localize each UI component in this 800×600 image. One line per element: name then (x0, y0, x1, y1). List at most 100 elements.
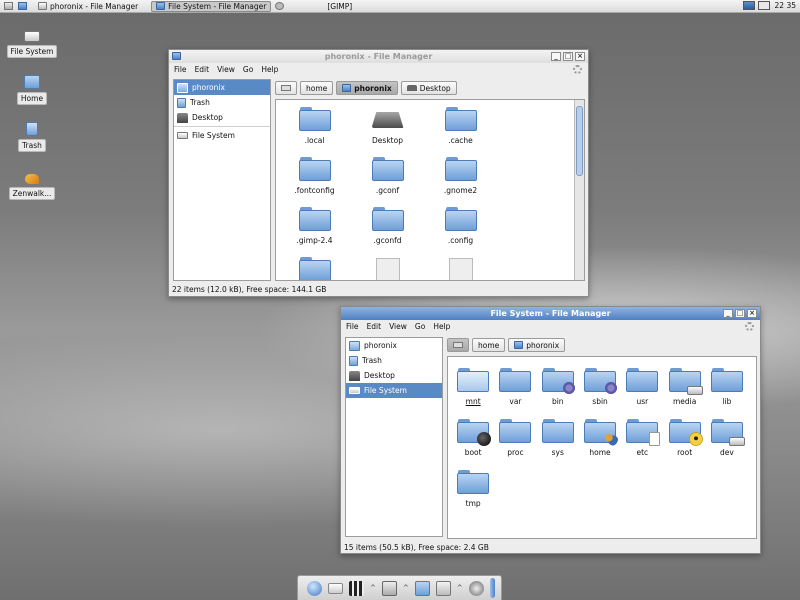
dock-arrow-icon[interactable]: ^ (457, 584, 463, 592)
menu-file[interactable]: File (346, 322, 359, 331)
file-item-config[interactable]: .config (424, 206, 497, 245)
file-item-local[interactable]: .local (278, 106, 351, 145)
volume-icon[interactable] (758, 1, 770, 10)
folder-icon (444, 206, 477, 232)
window-titlebar[interactable]: File System - File Manager _ □ × (341, 307, 760, 320)
desktop-icon-file-system[interactable]: File System (6, 28, 58, 58)
menu-view[interactable]: View (217, 65, 235, 74)
menu-edit[interactable]: Edit (367, 322, 382, 331)
file-item-fontconfig[interactable]: .fontconfig (278, 156, 351, 195)
path-button-phoronix[interactable]: phoronix (508, 338, 566, 352)
minimize-button[interactable]: _ (551, 52, 561, 61)
sidebar-item-desktop[interactable]: Desktop (174, 110, 270, 125)
monitor-icon[interactable] (743, 1, 755, 10)
file-item-bin[interactable]: bin (537, 367, 579, 406)
file-grid: .local Desktop .cache .fontconfig .gconf .gno… (276, 106, 497, 280)
menu-help[interactable]: Help (261, 65, 278, 74)
path-button-label: phoronix (526, 340, 560, 350)
media-player-icon[interactable] (349, 580, 364, 596)
sidebar-item-file-system[interactable]: File System (174, 128, 270, 143)
file-item-sys[interactable]: sys (537, 418, 579, 457)
file-item-tmp[interactable]: tmp (452, 469, 494, 508)
menu-go[interactable]: Go (415, 322, 425, 331)
status-bar: 22 items (12.0 kB), Free space: 144.1 GB (172, 284, 327, 294)
sidebar-item-phoronix[interactable]: phoronix (346, 338, 442, 353)
file-item-var[interactable]: var (494, 367, 536, 406)
file-item-cache[interactable]: .cache (424, 106, 497, 145)
window-titlebar[interactable]: phoronix - File Manager _ □ × (169, 50, 588, 63)
path-button-home[interactable]: home (300, 81, 334, 95)
close-button[interactable]: × (747, 309, 757, 318)
dock-arrow-icon[interactable]: ^ (403, 584, 409, 592)
vertical-scrollbar[interactable] (574, 100, 584, 280)
file-item-root[interactable]: root (663, 418, 705, 457)
mail-icon[interactable] (328, 582, 343, 594)
web-browser-icon[interactable] (307, 580, 322, 596)
file-item-mnt[interactable]: mnt (452, 367, 494, 406)
path-root-button[interactable] (275, 81, 297, 95)
file-item-partial[interactable] (424, 256, 497, 280)
file-item-gconf[interactable]: .gconf (351, 156, 424, 195)
logout-icon[interactable] (468, 580, 484, 596)
maximize-button[interactable]: □ (563, 52, 573, 61)
file-item-gnome2[interactable]: .gnome2 (424, 156, 497, 195)
desktop-icon-trash[interactable]: Trash (7, 122, 57, 152)
side-pane: phoronix Trash Desktop File System (173, 79, 271, 281)
file-manager-icon[interactable] (414, 580, 430, 596)
path-button-home[interactable]: home (472, 338, 506, 352)
sidebar-item-trash[interactable]: Trash (346, 353, 442, 368)
sidebar-item-trash[interactable]: Trash (174, 95, 270, 110)
sidebar-separator (174, 126, 270, 127)
show-desktop-icon[interactable] (18, 2, 27, 10)
taskbar-item-phoronix[interactable]: phoronix - File Manager (33, 1, 143, 12)
dock-arrow-icon[interactable]: ^ (370, 584, 376, 592)
close-button[interactable]: × (575, 52, 585, 61)
file-name-label: Desktop (372, 136, 403, 145)
file-item-boot[interactable]: boot (452, 418, 494, 457)
file-name-label: etc (636, 448, 649, 457)
panel-menu-icon[interactable] (4, 2, 13, 10)
file-grid: mnt var bin sbin usr media lib boot proc sys home e… (452, 367, 748, 508)
file-item-gimp24[interactable]: .gimp-2.4 (278, 206, 351, 245)
trash-icon (177, 97, 186, 108)
desktop-icon-zenwalk[interactable]: Zenwalk... (7, 170, 57, 200)
menu-go[interactable]: Go (243, 65, 253, 74)
file-item-proc[interactable]: proc (494, 418, 536, 457)
file-item-media[interactable]: media (663, 367, 705, 406)
file-name-label: proc (507, 448, 524, 457)
file-item-gconfd[interactable]: .gconfd (351, 206, 424, 245)
terminal-icon[interactable] (381, 580, 397, 596)
minimize-button[interactable]: _ (723, 309, 733, 318)
path-button-desktop[interactable]: Desktop (400, 81, 457, 95)
menu-view[interactable]: View (389, 322, 407, 331)
taskbar-item-file-system[interactable]: File System - File Manager (151, 0, 272, 12)
taskbar-item-gimp[interactable]: [GIMP] (322, 1, 357, 12)
file-name-label: .cache (448, 136, 473, 145)
file-item-usr[interactable]: usr (621, 367, 663, 406)
file-item-desktop[interactable]: Desktop (351, 106, 424, 145)
sidebar-item-file-system[interactable]: File System (346, 383, 442, 398)
sidebar-item-desktop[interactable]: Desktop (346, 368, 442, 383)
desktop-icon-home[interactable]: Home (7, 75, 57, 105)
settings-icon[interactable] (435, 580, 451, 596)
file-item-partial[interactable] (278, 256, 351, 280)
sidebar-item-phoronix[interactable]: phoronix (174, 80, 270, 95)
file-item-etc[interactable]: etc (621, 418, 663, 457)
file-item-lib[interactable]: lib (706, 367, 748, 406)
file-item-dev[interactable]: dev (706, 418, 748, 457)
menu-help[interactable]: Help (433, 322, 450, 331)
file-item-home[interactable]: home (579, 418, 621, 457)
file-manager-icon (38, 2, 47, 10)
path-button-phoronix[interactable]: phoronix (336, 81, 398, 95)
menu-edit[interactable]: Edit (195, 65, 210, 74)
menu-file[interactable]: File (174, 65, 187, 74)
maximize-button[interactable]: □ (735, 309, 745, 318)
scrollbar-thumb[interactable] (576, 106, 583, 176)
file-view[interactable]: .local Desktop .cache .fontconfig .gconf .gno… (275, 99, 585, 281)
clock[interactable]: 22 35 (775, 1, 796, 10)
file-item-partial[interactable] (351, 256, 424, 280)
path-root-button[interactable] (447, 338, 469, 352)
file-view[interactable]: mnt var bin sbin usr media lib boot proc sys home e… (447, 356, 757, 539)
file-item-sbin[interactable]: sbin (579, 367, 621, 406)
dock-scroll-handle[interactable] (489, 578, 495, 598)
